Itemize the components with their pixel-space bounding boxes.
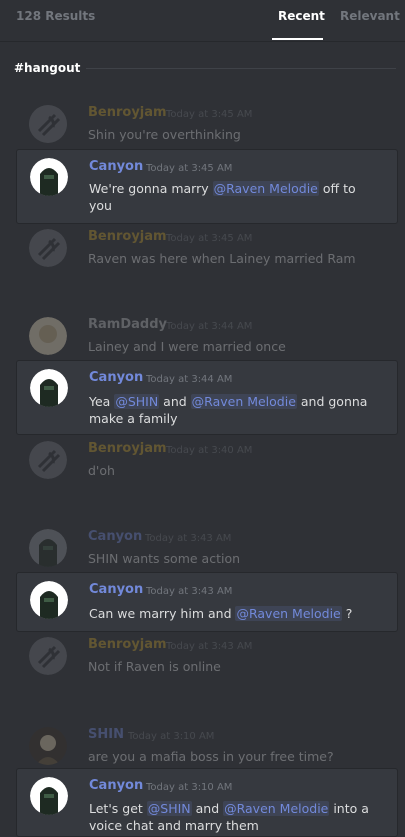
timestamp: Today at 3:44 AM	[166, 321, 253, 332]
search-result-message[interactable]: Canyon Today at 3:10 AM Let's get @SHIN …	[16, 768, 398, 837]
results-count: 128 Results	[16, 9, 96, 23]
author-name[interactable]: Canyon	[88, 529, 142, 544]
timestamp: Today at 3:10 AM	[128, 731, 215, 742]
canyon-avatar	[30, 777, 68, 815]
user-mention[interactable]: @Raven Melodie	[212, 181, 319, 196]
shin-avatar	[29, 727, 67, 765]
message-text: SHIN wants some action	[88, 551, 241, 566]
search-result-message[interactable]: Canyon Today at 3:44 AM Yea @SHIN and @R…	[16, 360, 398, 435]
author-name[interactable]: Canyon	[89, 370, 143, 385]
context-message: Benroyjam Today at 3:43 AM Not if Raven …	[16, 634, 398, 678]
message-text: Lainey and I were married once	[88, 339, 286, 354]
tab-recent[interactable]: Recent	[278, 9, 325, 23]
author-name[interactable]: Canyon	[89, 582, 143, 597]
timestamp: Today at 3:45 AM	[166, 233, 253, 244]
search-result-message[interactable]: Canyon Today at 3:43 AM Can we marry him…	[16, 572, 398, 632]
author-name[interactable]: Benroyjam	[88, 441, 167, 456]
author-name[interactable]: SHIN	[88, 727, 124, 742]
timestamp: Today at 3:44 AM	[146, 374, 233, 385]
message-text: Not if Raven is online	[88, 659, 221, 674]
benroyjam-avatar	[29, 637, 67, 675]
message-text: We're gonna marry @Raven Melodie off to …	[89, 181, 356, 213]
author-name[interactable]: RamDaddy	[88, 317, 167, 332]
message-text: Yea @SHIN and @Raven Melodie and gonna m…	[89, 394, 368, 426]
canyon-avatar	[29, 529, 67, 567]
timestamp: Today at 3:45 AM	[146, 163, 233, 174]
context-message: Canyon Today at 3:43 AM SHIN wants some …	[16, 526, 398, 570]
timestamp: Today at 3:10 AM	[146, 782, 233, 793]
canyon-avatar	[30, 158, 68, 196]
context-message: Benroyjam Today at 3:40 AM d'oh	[16, 438, 398, 482]
channel-name[interactable]: #hangout	[14, 61, 80, 75]
author-name[interactable]: Canyon	[89, 159, 143, 174]
user-mention[interactable]: @Raven Melodie	[223, 801, 330, 816]
message-text: Raven was here when Lainey married Ram	[88, 251, 356, 266]
user-mention[interactable]: @Raven Melodie	[235, 606, 342, 621]
message-text: Let's get @SHIN and @Raven Melodie into …	[89, 801, 369, 833]
user-mention[interactable]: @SHIN	[146, 801, 192, 816]
author-name[interactable]: Benroyjam	[88, 229, 167, 244]
timestamp: Today at 3:40 AM	[166, 445, 253, 456]
author-name[interactable]: Benroyjam	[88, 105, 167, 120]
context-message: Benroyjam Today at 3:45 AM Shin you're o…	[16, 102, 398, 146]
user-mention[interactable]: @Raven Melodie	[190, 394, 297, 409]
active-tab-indicator	[272, 38, 323, 40]
context-message: SHIN Today at 3:10 AM are you a mafia bo…	[16, 724, 398, 768]
author-name[interactable]: Canyon	[89, 778, 143, 793]
canyon-avatar	[30, 369, 68, 407]
benroyjam-avatar	[29, 441, 67, 479]
user-mention[interactable]: @SHIN	[114, 394, 160, 409]
timestamp: Today at 3:45 AM	[166, 109, 253, 120]
context-message: Benroyjam Today at 3:45 AM Raven was her…	[16, 226, 398, 270]
search-result-message[interactable]: Canyon Today at 3:45 AM We're gonna marr…	[16, 149, 398, 224]
benroyjam-avatar	[29, 229, 67, 267]
ramdaddy-avatar	[29, 317, 67, 355]
timestamp: Today at 3:43 AM	[166, 641, 253, 652]
benroyjam-avatar	[29, 105, 67, 143]
timestamp: Today at 3:43 AM	[145, 533, 232, 544]
message-text: are you a mafia boss in your free time?	[88, 749, 334, 764]
timestamp: Today at 3:43 AM	[146, 586, 233, 597]
tab-relevant[interactable]: Relevant	[340, 9, 400, 23]
canyon-avatar	[30, 581, 68, 619]
channel-divider	[86, 68, 396, 69]
search-results-header: 128 Results Recent Relevant	[0, 0, 405, 42]
message-text: d'oh	[88, 463, 115, 478]
context-message: RamDaddy Today at 3:44 AM Lainey and I w…	[16, 314, 398, 358]
message-text: Can we marry him and @Raven Melodie ?	[89, 606, 353, 621]
author-name[interactable]: Benroyjam	[88, 637, 167, 652]
message-text: Shin you're overthinking	[88, 127, 241, 142]
